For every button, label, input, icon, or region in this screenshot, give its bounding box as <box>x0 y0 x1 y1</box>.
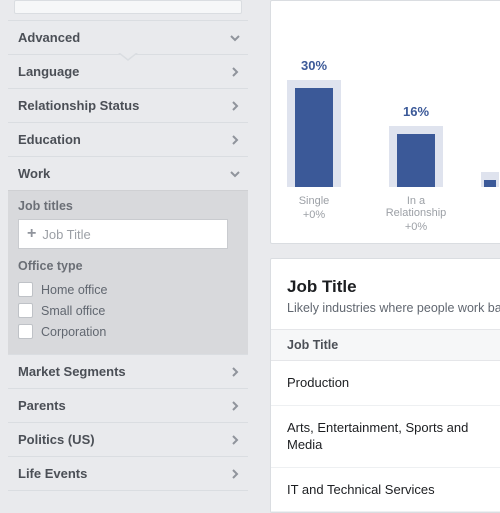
chevron-down-icon <box>228 31 242 45</box>
chevron-right-icon <box>228 365 242 379</box>
chevron-down-icon <box>228 167 242 181</box>
search-placeholder-box <box>14 0 242 14</box>
checkbox-label: Home office <box>41 283 107 297</box>
accordion-advanced[interactable]: Advanced <box>8 20 248 54</box>
accordion-label: Work <box>18 166 50 181</box>
job-title-col-header: Job Title <box>271 329 500 361</box>
accordion-parents[interactable]: Parents <box>8 388 248 422</box>
chart-category: Single+0% <box>277 195 351 233</box>
checkbox-label: Small office <box>41 304 105 318</box>
chart-bar <box>481 172 499 187</box>
accordion-label: Language <box>18 64 79 79</box>
office-type-label: Office type <box>18 259 238 273</box>
plus-icon: + <box>27 226 36 242</box>
filter-sidebar: Advanced Language Relationship Status Ed… <box>0 0 256 500</box>
chart-area: 30% 16% <box>277 17 500 187</box>
checkbox-icon <box>18 303 33 318</box>
job-title-heading: Job Title <box>287 277 500 297</box>
table-row[interactable]: Arts, Entertainment, Sports and Media <box>271 406 500 468</box>
checkbox-home-office[interactable]: Home office <box>18 279 238 300</box>
checkbox-corporation[interactable]: Corporation <box>18 321 238 342</box>
chevron-right-icon <box>228 433 242 447</box>
accordion-market-segments[interactable]: Market Segments <box>8 354 248 388</box>
accordion-education[interactable]: Education <box>8 122 248 156</box>
accordion-label: Life Events <box>18 466 87 481</box>
accordion-label: Parents <box>18 398 66 413</box>
job-title-input[interactable] <box>42 227 219 242</box>
accordion-label: Politics (US) <box>18 432 95 447</box>
job-titles-label: Job titles <box>18 199 238 213</box>
chevron-right-icon <box>228 133 242 147</box>
accordion-life-events[interactable]: Life Events <box>8 456 248 491</box>
relationship-chart-card: 30% 16% Single+0% In a Relationship+0% <box>270 0 500 244</box>
checkbox-small-office[interactable]: Small office <box>18 300 238 321</box>
accordion-label: Education <box>18 132 81 147</box>
checkbox-label: Corporation <box>41 325 106 339</box>
table-row[interactable]: Production <box>271 361 500 406</box>
checkbox-icon <box>18 324 33 339</box>
chevron-right-icon <box>228 467 242 481</box>
main-content: 30% 16% Single+0% In a Relationship+0% Job… <box>256 0 500 500</box>
job-title-input-wrap[interactable]: + <box>18 219 228 249</box>
chart-bar: 30% <box>277 80 351 187</box>
chevron-right-icon <box>228 399 242 413</box>
chevron-right-icon <box>228 99 242 113</box>
accordion-relationship-status[interactable]: Relationship Status <box>8 88 248 122</box>
accordion-politics[interactable]: Politics (US) <box>8 422 248 456</box>
chart-category <box>481 195 499 233</box>
chart-bar: 16% <box>379 126 453 187</box>
accordion-label: Advanced <box>18 30 80 45</box>
chart-category-row: Single+0% In a Relationship+0% <box>277 195 500 233</box>
chevron-right-icon <box>228 65 242 79</box>
table-row[interactable]: IT and Technical Services <box>271 468 500 513</box>
accordion-label: Relationship Status <box>18 98 139 113</box>
accordion-work[interactable]: Work Job titles + Office type Home offic… <box>8 156 248 354</box>
chart-bar-value: 30% <box>301 58 327 73</box>
accordion-label: Market Segments <box>18 364 126 379</box>
chart-bar-value: 16% <box>403 104 429 119</box>
checkbox-icon <box>18 282 33 297</box>
work-panel: Job titles + Office type Home office Sma… <box>8 190 248 354</box>
chart-category: In a Relationship+0% <box>379 195 453 233</box>
job-title-card: Job Title Likely industries where people… <box>270 258 500 513</box>
job-title-subtitle: Likely industries where people work ba <box>287 301 500 315</box>
